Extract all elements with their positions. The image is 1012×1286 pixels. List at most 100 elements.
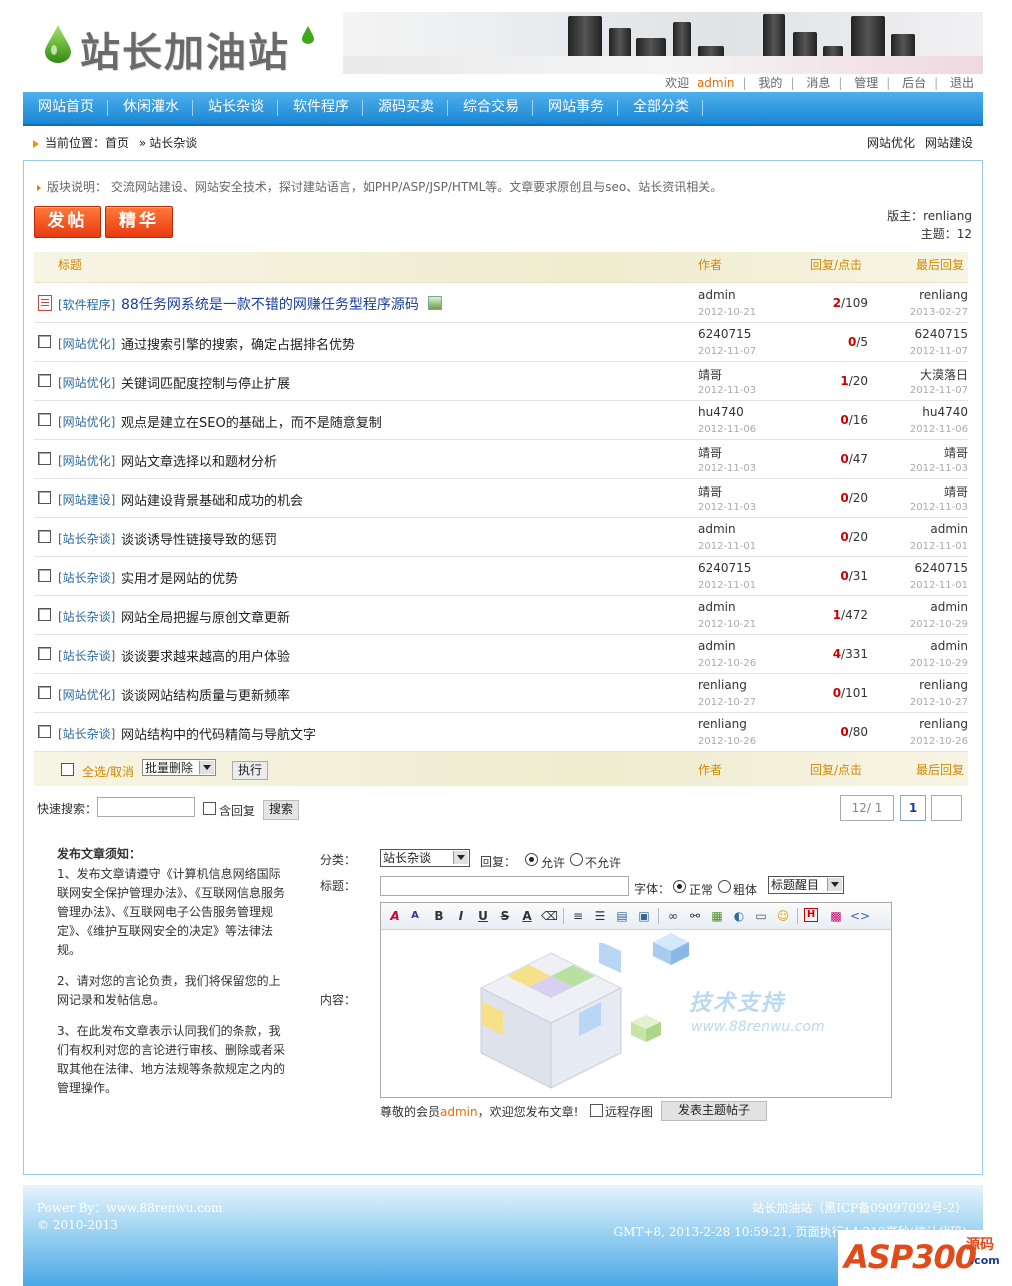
include-reply-checkbox[interactable] <box>203 802 216 815</box>
row-category[interactable]: [网站优化] <box>58 413 115 430</box>
row-author[interactable]: admin <box>698 639 736 653</box>
row-title[interactable]: 网站结构中的代码精简与导航文字 <box>121 724 316 743</box>
execute-button[interactable]: 执行 <box>232 761 268 780</box>
link-seo[interactable]: 网站优化 <box>867 136 915 150</box>
powered-by[interactable]: Power By：www.88renwu.com <box>37 1199 223 1216</box>
nav-item-all-categories[interactable]: 全部分类 <box>618 92 703 124</box>
row-last-user[interactable]: 靖哥 <box>944 483 968 500</box>
row-author[interactable]: hu4740 <box>698 405 744 419</box>
row-category[interactable]: [网站优化] <box>58 452 115 469</box>
row-author[interactable]: admin <box>698 600 736 614</box>
row-last-user[interactable]: hu4740 <box>922 405 968 419</box>
page-input[interactable] <box>931 795 962 821</box>
row-title[interactable]: 通过搜索引擎的搜索，确定占据排名优势 <box>121 334 355 353</box>
row-title[interactable]: 谈谈网站结构质量与更新频率 <box>121 685 290 704</box>
align-icon[interactable]: ≡ <box>570 908 586 924</box>
username-link[interactable]: admin <box>697 76 735 90</box>
font-normal-radio[interactable] <box>673 880 686 893</box>
batch-action-select[interactable]: 批量删除 <box>142 759 216 776</box>
list-icon[interactable]: ☰ <box>592 908 608 924</box>
best-button[interactable]: 精华 <box>105 206 173 238</box>
post-button[interactable]: 发帖 <box>34 206 101 238</box>
nav-item-site-affairs[interactable]: 网站事务 <box>533 92 618 124</box>
row-last-user[interactable]: renliang <box>919 678 968 692</box>
row-title[interactable]: 关键词匹配度控制与停止扩展 <box>121 373 290 392</box>
font-size-icon[interactable]: A <box>407 908 423 924</box>
site-logo[interactable]: 站长加油站 <box>40 18 330 76</box>
logout-link[interactable]: 退出 <box>950 76 974 90</box>
font-face-icon[interactable]: A <box>387 908 403 924</box>
row-checkbox[interactable] <box>38 647 51 660</box>
row-last-user[interactable]: 6240715 <box>915 561 968 575</box>
flash-icon[interactable]: ◐ <box>731 908 747 924</box>
row-title[interactable]: 网站建设背景基础和成功的机会 <box>121 490 303 509</box>
table-icon[interactable]: ▤ <box>614 908 630 924</box>
messages-link[interactable]: 消息 <box>806 76 830 90</box>
submit-topic-button[interactable]: 发表主题帖子 <box>661 1101 767 1121</box>
row-last-user[interactable]: renliang <box>919 717 968 731</box>
admin-link[interactable]: 后台 <box>902 76 926 90</box>
my-link[interactable]: 我的 <box>758 76 782 90</box>
row-checkbox[interactable] <box>38 569 51 582</box>
row-last-user[interactable]: 6240715 <box>915 327 968 341</box>
title-style-select[interactable]: 标题醒目 <box>768 876 844 894</box>
search-input[interactable] <box>97 797 195 817</box>
row-checkbox[interactable] <box>38 452 51 465</box>
select-all-label[interactable]: 全选/取消 <box>82 763 134 780</box>
row-author[interactable]: 靖哥 <box>698 483 722 500</box>
row-author[interactable]: 6240715 <box>698 561 751 575</box>
row-last-user[interactable]: 靖哥 <box>944 444 968 461</box>
row-title[interactable]: 实用才是网站的优势 <box>121 568 238 587</box>
row-author[interactable]: renliang <box>698 717 747 731</box>
remote-image-checkbox[interactable] <box>590 1104 603 1117</box>
row-checkbox[interactable] <box>38 725 51 738</box>
frame-icon[interactable]: ▣ <box>636 908 652 924</box>
row-checkbox[interactable] <box>38 413 51 426</box>
image-icon[interactable]: ▦ <box>709 908 725 924</box>
row-title[interactable]: 网站全局把握与原创文章更新 <box>121 607 290 626</box>
row-checkbox[interactable] <box>38 374 51 387</box>
font-color-icon[interactable]: A <box>519 908 535 924</box>
row-category[interactable]: [站长杂谈] <box>58 530 115 547</box>
italic-icon[interactable]: I <box>453 908 469 924</box>
row-category[interactable]: [站长杂谈] <box>58 725 115 742</box>
row-last-user[interactable]: 大漠落日 <box>920 366 968 383</box>
row-title[interactable]: 网站文章选择以和题材分析 <box>121 451 277 470</box>
row-last-user[interactable]: admin <box>930 522 968 536</box>
eraser-icon[interactable]: ⌫ <box>541 908 558 924</box>
underline-icon[interactable]: U <box>475 908 491 924</box>
row-title[interactable]: 观点是建立在SEO的基础上，而不是随意复制 <box>121 412 382 431</box>
row-checkbox[interactable] <box>38 335 51 348</box>
row-category[interactable]: [软件程序] <box>58 296 115 313</box>
code-icon[interactable]: <> <box>850 908 870 924</box>
row-title[interactable]: 谈谈诱导性链接导致的惩罚 <box>121 529 277 548</box>
link-web-build[interactable]: 网站建设 <box>925 136 973 150</box>
reply-deny-radio[interactable] <box>570 853 583 866</box>
page-1-button[interactable]: 1 <box>900 795 926 821</box>
row-author[interactable]: admin <box>698 288 736 302</box>
palette-icon[interactable]: ▩ <box>828 908 844 924</box>
row-title[interactable]: 谈谈要求越来越高的用户体验 <box>121 646 290 665</box>
row-last-user[interactable]: renliang <box>919 288 968 302</box>
row-checkbox[interactable] <box>38 608 51 621</box>
row-category[interactable]: [站长杂谈] <box>58 608 115 625</box>
nav-item-home[interactable]: 网站首页 <box>23 92 108 124</box>
nav-item-software[interactable]: 软件程序 <box>278 92 363 124</box>
bold-icon[interactable]: B <box>431 908 447 924</box>
nav-item-webmaster-talk[interactable]: 站长杂谈 <box>193 92 278 124</box>
row-last-user[interactable]: admin <box>930 639 968 653</box>
link-icon[interactable]: ∞ <box>665 908 681 924</box>
media-icon[interactable]: ▭ <box>753 908 769 924</box>
row-category[interactable]: [网站优化] <box>58 686 115 703</box>
emoticon-icon[interactable]: ☺ <box>775 908 791 924</box>
row-author[interactable]: renliang <box>698 678 747 692</box>
breadcrumb-current[interactable]: 站长杂谈 <box>149 136 197 150</box>
row-author[interactable]: 6240715 <box>698 327 751 341</box>
row-category[interactable]: [站长杂谈] <box>58 647 115 664</box>
content-editor[interactable]: A A B I U S A ⌫ ≡ ☰ ▤ ▣ ∞ ⚯ ▦ ◐ ▭ ☺ H ▩ … <box>380 902 892 1098</box>
row-checkbox[interactable] <box>38 491 51 504</box>
row-last-user[interactable]: admin <box>930 600 968 614</box>
row-checkbox[interactable] <box>38 686 51 699</box>
strikethrough-icon[interactable]: S <box>497 908 513 924</box>
site-icp[interactable]: 站长加油站（黑ICP备09097092号-2） <box>752 1199 967 1216</box>
